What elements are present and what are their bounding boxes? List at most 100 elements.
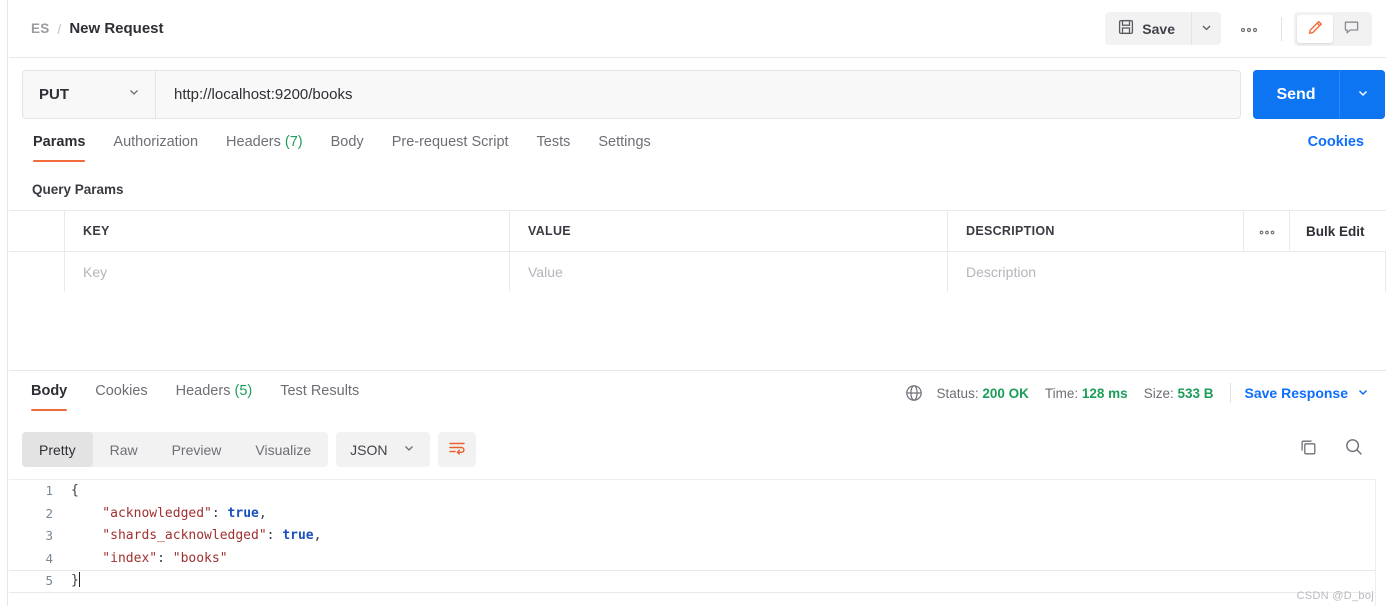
- response-tab-body[interactable]: Body: [17, 381, 81, 411]
- comment-icon: [1343, 19, 1360, 39]
- param-key-input[interactable]: Key: [65, 252, 510, 292]
- code-line-text: "acknowledged": true,: [71, 505, 267, 521]
- header-divider: [1281, 16, 1282, 41]
- tab-settings[interactable]: Settings: [584, 132, 664, 162]
- param-description-placeholder: Description: [966, 264, 1037, 280]
- size-badge: Size: 533 B: [1144, 386, 1214, 401]
- http-method-label: PUT: [39, 86, 69, 103]
- json-key: "acknowledged": [71, 505, 212, 521]
- response-body-viewer[interactable]: 1 { 2 "acknowledged": true, 3 "shards_ac…: [9, 479, 1386, 606]
- response-divider: [9, 370, 1386, 371]
- ellipsis-icon: [1240, 21, 1258, 36]
- tab-headers-count: (7): [284, 134, 303, 150]
- search-button[interactable]: [1344, 437, 1364, 460]
- save-options-button[interactable]: [1191, 12, 1221, 45]
- row-checkbox-cell[interactable]: [9, 252, 65, 292]
- code-line-text: "index": "books": [71, 550, 228, 566]
- response-tabs: Body Cookies Headers (5) Test Results St…: [9, 381, 1386, 417]
- params-empty-area: [9, 292, 1386, 370]
- view-toggle-group: [1294, 11, 1372, 46]
- table-header-row: KEY VALUE DESCRIPTION Bulk Edit: [9, 211, 1386, 252]
- tab-body-label: Body: [330, 134, 364, 150]
- edit-mode-button[interactable]: [1297, 14, 1333, 43]
- size-value: 533 B: [1177, 385, 1214, 401]
- table-row: Key Value Description: [9, 252, 1386, 293]
- save-button-label: Save: [1142, 20, 1175, 37]
- copy-button[interactable]: [1299, 438, 1318, 460]
- breadcrumb-collection[interactable]: ES: [31, 21, 49, 36]
- response-toolbar: Pretty Raw Preview Visualize JSON: [22, 432, 476, 467]
- tab-headers[interactable]: Headers (7): [212, 132, 317, 162]
- save-response-button[interactable]: Save Response: [1245, 385, 1371, 402]
- url-input[interactable]: http://localhost:9200/books: [156, 71, 1240, 118]
- response-format-label: JSON: [350, 441, 388, 458]
- search-icon: [1344, 437, 1364, 460]
- pencil-icon: [1307, 19, 1324, 39]
- status-badge: Status: 200 OK: [937, 386, 1029, 401]
- time-badge: Time: 128 ms: [1045, 386, 1128, 401]
- page-title: New Request: [69, 20, 164, 37]
- chevron-down-icon: [1356, 385, 1370, 402]
- comments-button[interactable]: [1333, 15, 1369, 43]
- tab-settings-label: Settings: [598, 134, 651, 150]
- response-tab-body-label: Body: [31, 383, 68, 399]
- tab-params[interactable]: Params: [19, 132, 99, 162]
- response-tab-headers-label: Headers: [175, 383, 231, 399]
- line-number: 4: [45, 550, 53, 566]
- breadcrumb: ES / New Request: [31, 20, 164, 37]
- tab-authorization[interactable]: Authorization: [99, 132, 212, 162]
- response-tab-headers-count: (5): [234, 383, 253, 399]
- send-options-button[interactable]: [1339, 70, 1385, 119]
- save-button[interactable]: Save: [1105, 12, 1191, 45]
- ellipsis-icon: [1259, 222, 1275, 240]
- response-tab-cookies[interactable]: Cookies: [81, 381, 161, 411]
- request-more-options-button[interactable]: [1229, 12, 1269, 45]
- response-tab-test-results[interactable]: Test Results: [266, 381, 373, 411]
- cookies-link[interactable]: Cookies: [1308, 132, 1364, 150]
- column-header-key: KEY: [83, 224, 110, 238]
- param-description-input[interactable]: Description: [948, 252, 1386, 292]
- chevron-down-icon: [1200, 21, 1213, 37]
- wrap-text-button[interactable]: [437, 432, 476, 467]
- code-line-text: }: [71, 572, 81, 588]
- globe-icon[interactable]: [905, 384, 923, 402]
- chevron-down-icon: [127, 85, 141, 104]
- response-view-modes: Pretty Raw Preview Visualize: [22, 432, 329, 467]
- tab-tests[interactable]: Tests: [523, 132, 585, 162]
- param-value-input[interactable]: Value: [510, 252, 948, 292]
- line-number: 5: [45, 573, 53, 588]
- response-format-select[interactable]: JSON: [336, 432, 430, 467]
- tab-pre-request-script[interactable]: Pre-request Script: [378, 132, 523, 162]
- param-value-placeholder: Value: [528, 264, 563, 280]
- view-mode-raw[interactable]: Raw: [93, 432, 155, 467]
- view-mode-preview[interactable]: Preview: [155, 432, 239, 467]
- response-tab-headers[interactable]: Headers (5): [162, 381, 267, 411]
- code-line-text: {: [71, 483, 79, 498]
- code-line: 3 "shards_acknowledged": true,: [9, 525, 1386, 548]
- column-header-value: VALUE: [528, 224, 571, 238]
- tab-body[interactable]: Body: [317, 132, 378, 162]
- http-method-select[interactable]: PUT: [23, 71, 156, 118]
- line-number: 3: [45, 528, 53, 543]
- bulk-edit-button[interactable]: Bulk Edit: [1290, 211, 1386, 251]
- query-params-title: Query Params: [32, 182, 124, 197]
- tab-tests-label: Tests: [536, 134, 571, 150]
- size-label: Size:: [1143, 385, 1174, 401]
- tab-params-label: Params: [33, 134, 86, 150]
- code-line: 2 "acknowledged": true,: [9, 503, 1386, 526]
- param-key-placeholder: Key: [83, 264, 108, 280]
- send-button-group: Send: [1253, 70, 1385, 119]
- save-button-group: Save: [1105, 12, 1221, 45]
- column-header-description: DESCRIPTION: [966, 224, 1055, 238]
- response-scrollbar[interactable]: [1375, 479, 1386, 606]
- view-mode-pretty[interactable]: Pretty: [22, 432, 93, 467]
- params-options-button[interactable]: [1244, 211, 1290, 251]
- breadcrumb-separator: /: [57, 20, 62, 37]
- chevron-down-icon: [402, 441, 416, 458]
- send-button[interactable]: Send: [1253, 70, 1339, 119]
- tab-authorization-label: Authorization: [113, 134, 199, 150]
- request-header: ES / New Request Save: [9, 0, 1386, 58]
- meta-divider: [1229, 383, 1231, 403]
- view-mode-visualize[interactable]: Visualize: [238, 432, 328, 467]
- code-line-text: "shards_acknowledged": true,: [71, 528, 322, 543]
